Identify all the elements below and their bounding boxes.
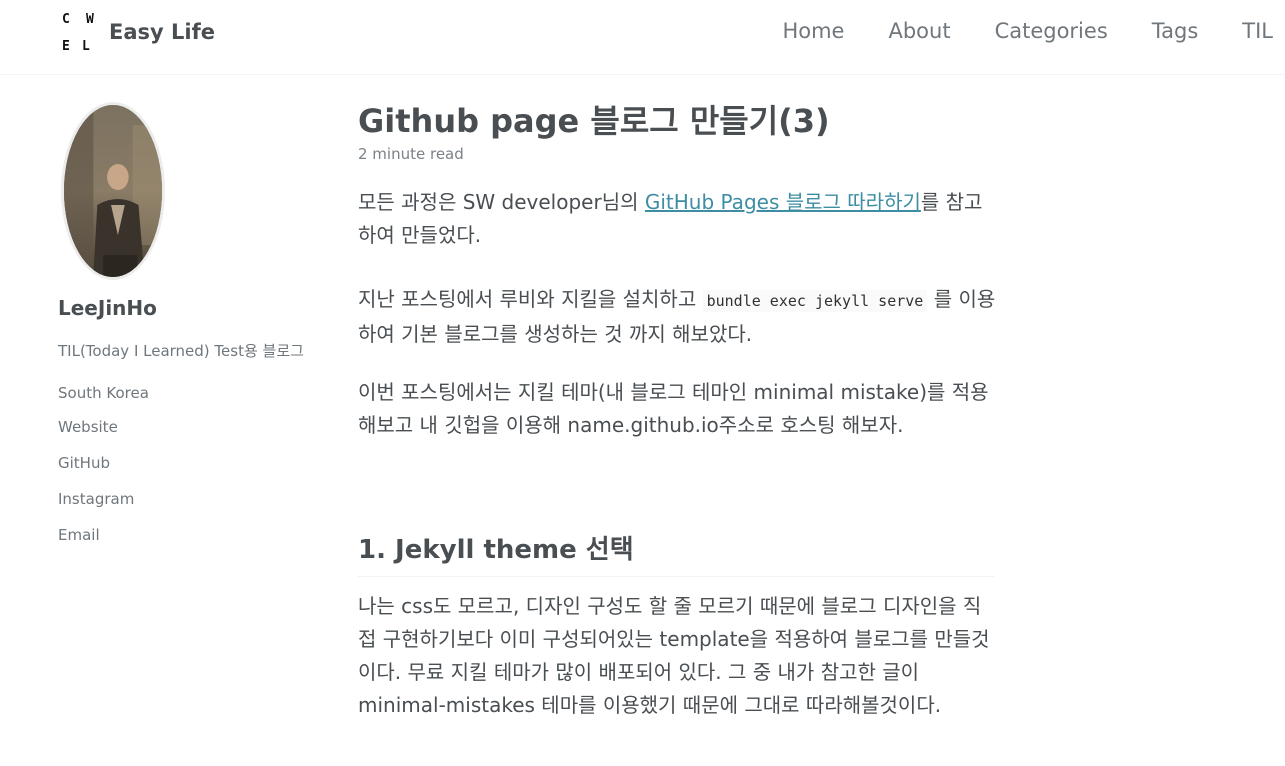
read-time: 2 minute read [358, 145, 464, 163]
avatar-photo [64, 105, 162, 277]
paragraph-text: 모든 과정은 SW developer님의 [358, 190, 645, 214]
masthead: C W E L Easy Life Home About Categories … [0, 0, 1285, 75]
inline-code: bundle exec jekyll serve [702, 290, 928, 312]
logo-letter: L [82, 39, 90, 54]
author-bio: TIL(Today I Learned) Test용 블로그 [58, 342, 304, 360]
nav-about[interactable]: About [888, 19, 950, 43]
nav-tags[interactable]: Tags [1152, 19, 1199, 43]
paragraph-text: 지난 포스팅에서 루비와 지킬을 설치하고 [358, 287, 703, 311]
site-logo[interactable]: C W E L [60, 10, 96, 54]
github-pages-tutorial-link[interactable]: GitHub Pages 블로그 따라하기 [645, 190, 921, 214]
instagram-link[interactable]: Instagram [58, 490, 149, 526]
author-links: South Korea Website GitHub Instagram Ema… [58, 384, 149, 562]
post-paragraph-2: 지난 포스팅에서 루비와 지킬을 설치하고 bundle exec jekyll… [358, 283, 998, 351]
nav-categories[interactable]: Categories [995, 19, 1108, 43]
website-link[interactable]: Website [58, 418, 149, 454]
github-link[interactable]: GitHub [58, 454, 149, 490]
post-paragraph-3: 이번 포스팅에서는 지킬 테마(내 블로그 테마인 minimal mistak… [358, 380, 989, 437]
nav-til[interactable]: TIL [1242, 19, 1273, 43]
section-heading: 1. Jekyll theme 선택 [358, 529, 994, 577]
nav-home[interactable]: Home [782, 19, 844, 43]
author-name: LeeJinHo [58, 296, 157, 320]
post-paragraph-1: 모든 과정은 SW developer님의 GitHub Pages 블로그 따… [358, 186, 998, 252]
logo-letter: E [62, 39, 70, 54]
site-title-link[interactable]: Easy Life [109, 20, 215, 44]
logo-letter: W [86, 12, 94, 27]
location-text: South Korea [58, 384, 149, 402]
post-paragraph-4: 나는 css도 모르고, 디자인 구성도 할 줄 모르기 때문에 블로그 디자인… [358, 594, 990, 717]
author-avatar [61, 102, 165, 280]
main-nav: Home About Categories Tags TIL [738, 19, 1273, 43]
email-link[interactable]: Email [58, 526, 149, 562]
logo-letter: C [62, 12, 70, 27]
post-title: Github page 블로그 만들기(3) [358, 102, 830, 140]
